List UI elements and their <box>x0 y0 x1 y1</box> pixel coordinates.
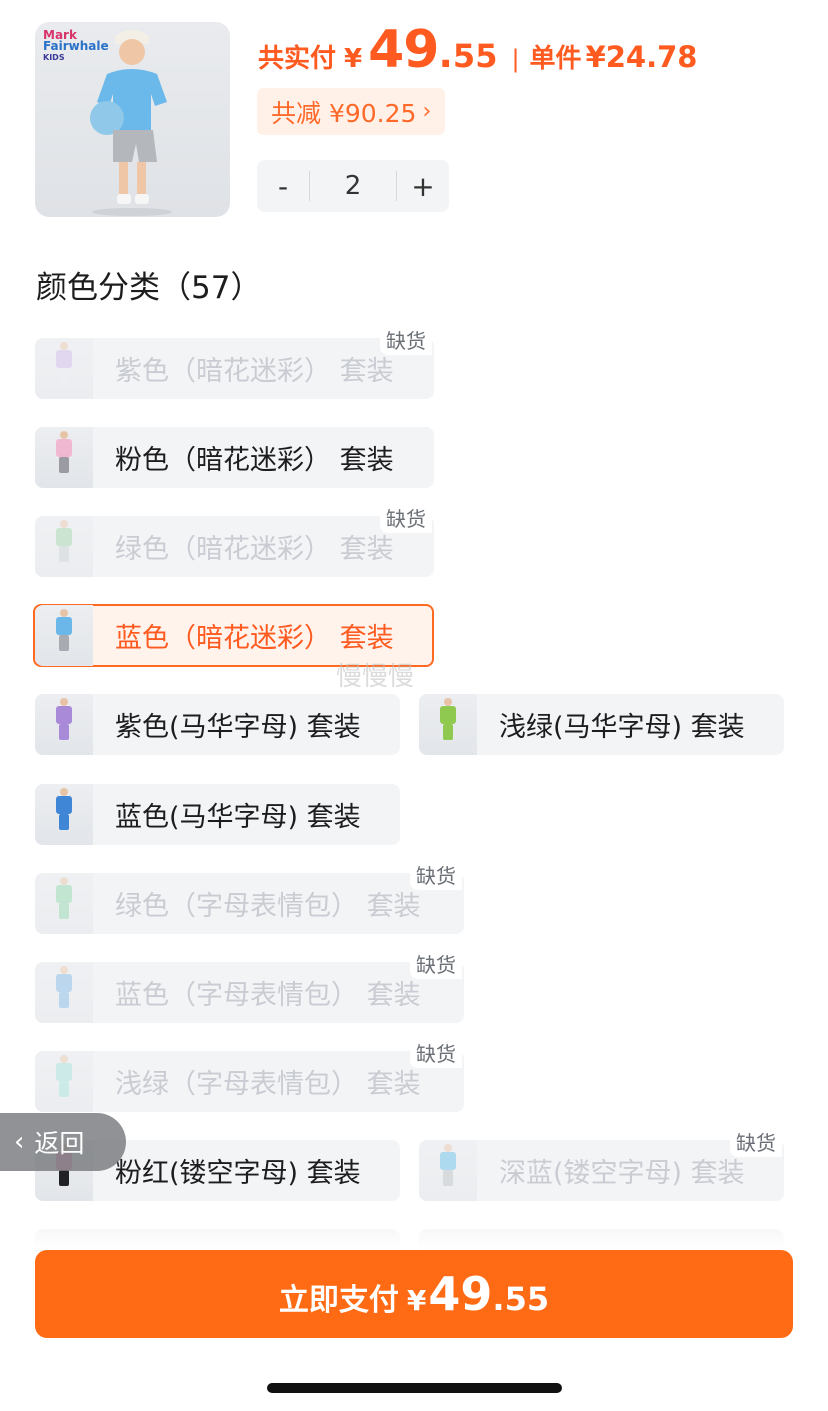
chevron-right-icon: › <box>422 99 432 124</box>
total-price-dot: . <box>438 32 453 76</box>
sku-option[interactable]: 深蓝(镂空字母) 套装 缺货 <box>419 1126 784 1201</box>
sku-thumbnail <box>419 694 477 755</box>
back-button[interactable]: ‹ 返回 <box>0 1113 126 1171</box>
sku-option-label: 紫色(马华字母) 套装 <box>115 712 361 743</box>
sku-option[interactable]: 粉色（暗花迷彩） 套装 <box>35 427 434 488</box>
sku-option-label: 蓝色(马华字母) 套装 <box>115 802 361 833</box>
unit-price-label: 单件 <box>529 44 582 74</box>
quantity-stepper: - 2 + <box>257 160 449 212</box>
sku-option[interactable]: 蓝色（字母表情包） 套装 缺货 <box>35 948 464 1023</box>
decrease-button[interactable]: - <box>257 170 309 203</box>
total-price-currency: ¥ <box>344 44 363 74</box>
chevron-left-icon: ‹ <box>14 1127 25 1157</box>
pay-decimal: .55 <box>492 1280 550 1318</box>
price-separator: | <box>511 45 520 73</box>
sku-thumbnail <box>35 338 93 399</box>
sku-option[interactable]: 紫色(马华字母) 套装 <box>35 694 400 755</box>
sku-thumbnail <box>35 962 93 1023</box>
home-indicator <box>267 1383 562 1393</box>
sku-thumbnail <box>35 873 93 934</box>
product-image[interactable]: Mark Fairwhale KIDS <box>35 22 230 217</box>
sku-option[interactable]: 绿色（字母表情包） 套装 缺货 <box>35 859 464 934</box>
scroll-fade <box>0 1228 828 1250</box>
sku-option-label: 紫色（暗花迷彩） 套装 <box>115 356 394 387</box>
sku-option[interactable]: 绿色（暗花迷彩） 套装 缺货 <box>35 502 434 577</box>
sku-thumbnail <box>35 516 93 577</box>
out-of-stock-badge: 缺货 <box>410 948 462 979</box>
sku-thumbnail <box>35 784 93 845</box>
sku-option[interactable]: 蓝色(马华字母) 套装 <box>35 784 400 845</box>
sku-option-label: 绿色（字母表情包） 套装 <box>115 891 421 922</box>
total-price-decimal: 55 <box>452 37 498 75</box>
sku-option-label: 粉色（暗花迷彩） 套装 <box>115 445 394 476</box>
total-price-integer: 49 <box>368 20 439 80</box>
out-of-stock-badge: 缺货 <box>410 859 462 890</box>
unit-price-value: ¥24.78 <box>585 40 698 74</box>
pay-currency: ¥ <box>406 1284 427 1317</box>
sku-option[interactable]: 浅绿（字母表情包） 套装 缺货 <box>35 1037 464 1112</box>
sku-option[interactable]: 浅绿(马华字母) 套装 <box>419 694 784 755</box>
watermark-text: 慢慢慢 <box>336 662 415 692</box>
sku-thumbnail <box>35 427 93 488</box>
total-price: 共实付 ¥ 49 . 55 | 单件 ¥24.78 <box>258 20 697 90</box>
product-photo-figure <box>90 30 172 216</box>
back-label: 返回 <box>34 1129 85 1158</box>
discount-text: 共减 ¥90.25 <box>271 98 417 128</box>
sku-option-label: 浅绿（字母表情包） 套装 <box>115 1069 421 1100</box>
pay-integer: 49 <box>428 1267 493 1321</box>
sku-thumbnail <box>35 605 93 666</box>
sku-option-label: 浅绿(马华字母) 套装 <box>499 712 745 743</box>
discount-chip[interactable]: 共减 ¥90.25 › <box>257 88 446 135</box>
sku-option-label: 深蓝(镂空字母) 套装 <box>499 1158 745 1189</box>
out-of-stock-badge: 缺货 <box>730 1126 782 1157</box>
pay-label: 立即支付 <box>278 1283 399 1318</box>
color-category-title: 颜色分类（57） <box>36 270 262 306</box>
out-of-stock-badge: 缺货 <box>410 1037 462 1068</box>
sku-option-label: 蓝色（字母表情包） 套装 <box>115 980 421 1011</box>
sku-thumbnail <box>419 1140 477 1201</box>
out-of-stock-badge: 缺货 <box>380 324 432 355</box>
sku-option[interactable]: 紫色（暗花迷彩） 套装 缺货 <box>35 324 434 399</box>
sku-option-label: 粉红(镂空字母) 套装 <box>115 1158 361 1189</box>
pay-now-button[interactable]: 立即支付 ¥ 49 .55 <box>35 1250 793 1338</box>
sku-thumbnail <box>35 694 93 755</box>
quantity-value[interactable]: 2 <box>310 171 396 201</box>
sku-option-label: 绿色（暗花迷彩） 套装 <box>115 534 394 565</box>
increase-button[interactable]: + <box>397 170 449 203</box>
total-price-label: 共实付 <box>258 44 337 74</box>
out-of-stock-badge: 缺货 <box>380 502 432 533</box>
sku-option-label: 蓝色（暗花迷彩） 套装 <box>115 623 394 654</box>
sku-thumbnail <box>35 1051 93 1112</box>
